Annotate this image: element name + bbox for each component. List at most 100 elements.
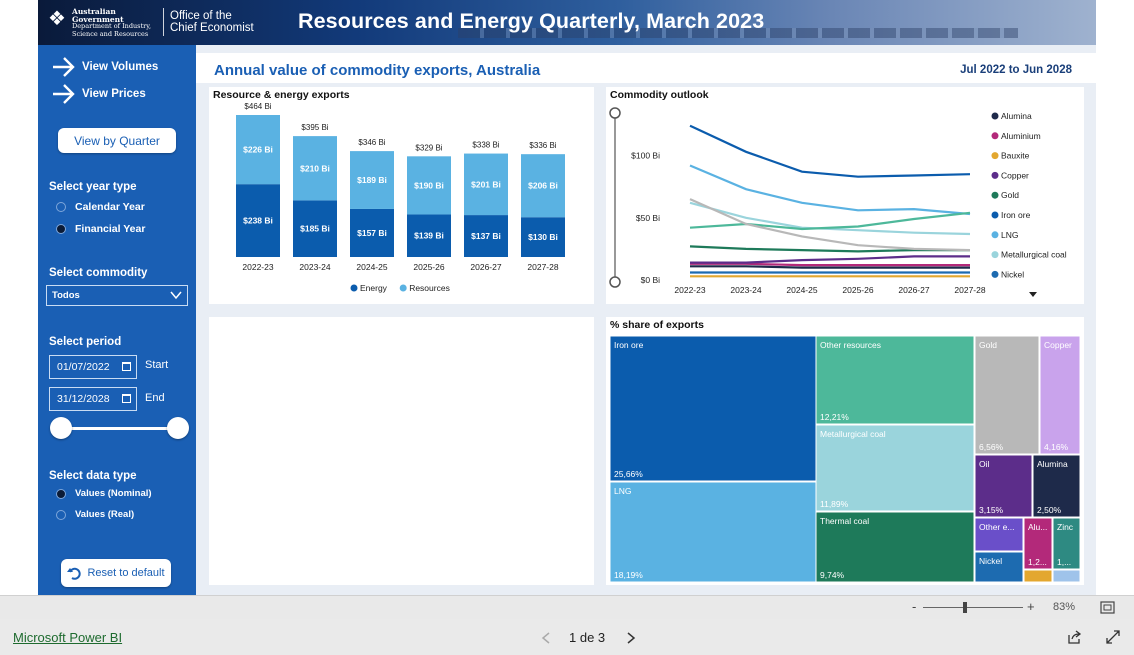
radio-values-real[interactable]: Values (Real) <box>56 509 134 520</box>
radio-financial-year[interactable]: Financial Year <box>56 223 145 235</box>
empty-visual-panel <box>209 317 594 585</box>
treemap-tile-value: 1,2... <box>1028 557 1047 567</box>
arrow-right-icon <box>53 57 75 77</box>
x-tick-label: 2026-27 <box>898 285 929 295</box>
legend-marker <box>991 112 999 120</box>
exports-bar-chart-panel[interactable]: Resource & energy exports $238 Bi $226 Bi… <box>209 87 594 304</box>
treemap-tile-value: 1,... <box>1057 557 1071 567</box>
series-line-other-resources <box>689 211 971 231</box>
next-page-icon[interactable] <box>626 632 636 644</box>
zoom-in-button[interactable]: + <box>1027 599 1035 614</box>
commodity-label: Select commodity <box>49 267 148 279</box>
bar-data-label: $206 Bi <box>528 181 558 191</box>
commodity-value: Todos <box>52 290 80 301</box>
legend-marker <box>991 270 999 278</box>
series-line-iron-ore <box>689 124 971 178</box>
data-type-label: Select data type <box>49 470 137 482</box>
legend-label: Alumina <box>1001 111 1032 121</box>
reset-to-default-button[interactable]: Reset to default <box>61 559 171 587</box>
y-tick-label: $0 Bi <box>641 275 660 285</box>
period-slider-end-handle[interactable] <box>167 417 189 439</box>
treemap-tile-label: Alu... <box>1028 522 1047 532</box>
commodity-dropdown[interactable]: Todos <box>46 285 188 306</box>
treemap-tile-label: Copper <box>1044 340 1072 350</box>
view-volumes-label: View Volumes <box>82 61 159 73</box>
fullscreen-icon[interactable] <box>1106 630 1120 644</box>
treemap-tile-value: 3,15% <box>979 505 1004 515</box>
exports-bar-chart: $238 Bi $226 Bi $464 Bi 2022-23 $185 Bi $210 … <box>236 102 565 293</box>
legend-marker <box>991 231 999 239</box>
x-tick-label: 2025-26 <box>413 262 444 272</box>
treemap-tile-value: 11,89% <box>820 499 849 509</box>
calendar-icon[interactable] <box>122 362 131 371</box>
page-title: Resources and Energy Quarterly, March 20… <box>298 9 765 33</box>
commodity-outlook-panel[interactable]: Commodity outlook $0 Bi $50 Bi $100 Bi 2022… <box>606 87 1084 304</box>
legend-label: Aluminium <box>1001 131 1041 141</box>
radio-label: Financial Year <box>75 223 146 235</box>
treemap-tile-label: Thermal coal <box>820 516 869 526</box>
view-prices-label: View Prices <box>82 88 146 100</box>
legend-label: Resources <box>409 283 450 293</box>
treemap-tile-value: 4,16% <box>1044 442 1069 452</box>
view-by-quarter-button[interactable]: View by Quarter <box>58 128 176 153</box>
legend-marker <box>991 171 999 179</box>
radio-values-nominal[interactable]: Values (Nominal) <box>56 488 152 499</box>
view-volumes-link[interactable]: View Volumes <box>52 56 158 78</box>
y-range-slider-handle <box>609 107 621 119</box>
treemap-tile-label: Zinc <box>1057 522 1074 532</box>
previous-page-icon[interactable] <box>541 632 551 644</box>
x-tick-label: 2027-28 <box>527 262 558 272</box>
start-label: Start <box>145 359 169 371</box>
treemap-tile-value: 25,66% <box>614 469 643 479</box>
treemap-tile-value: 18,19% <box>614 570 643 580</box>
legend-marker <box>399 284 407 292</box>
treemap-tile-label: Metallurgical coal <box>820 429 886 439</box>
zoom-slider-thumb[interactable] <box>963 602 967 613</box>
legend-marker <box>350 284 358 292</box>
treemap-tile-other <box>1052 569 1081 583</box>
treemap-tile-bauxite <box>1023 569 1053 583</box>
period-slider-track[interactable] <box>61 427 178 430</box>
legend-marker <box>991 152 999 160</box>
radio-button-selected <box>56 488 66 499</box>
start-date-input[interactable]: 01/07/2022 <box>49 355 137 379</box>
x-tick-label: 2022-23 <box>242 262 273 272</box>
calendar-icon[interactable] <box>122 394 131 403</box>
commodity-outlook-line-chart: $0 Bi $50 Bi $100 Bi 2022-23 2023-24 2024-25 2… <box>609 107 1067 297</box>
x-tick-label: 2023-24 <box>299 262 330 272</box>
gov-line-3: Science and Resources <box>72 29 149 38</box>
share-icon[interactable] <box>1067 630 1082 644</box>
treemap-tile-gold <box>974 335 1040 455</box>
bar-data-label: $210 Bi <box>300 163 330 173</box>
legend-label: Iron ore <box>1001 210 1031 220</box>
radio-label: Calendar Year <box>75 201 145 213</box>
radio-label: Values (Real) <box>75 509 135 520</box>
office-line-1: Office of the <box>170 10 232 22</box>
share-treemap: Iron ore 25,66% LNG 18,19% Other resources 12… <box>609 335 1081 583</box>
fit-to-page-icon[interactable] <box>1100 601 1115 614</box>
treemap-tile-lng <box>609 481 817 583</box>
legend-marker <box>991 251 999 259</box>
radio-button <box>56 202 66 212</box>
treemap-tile-label: Gold <box>979 340 997 350</box>
report-title: Annual value of commodity exports, Austr… <box>214 62 541 79</box>
treemap-tile-value: 6,56% <box>979 442 1004 452</box>
bar-data-label: $157 Bi <box>357 228 387 238</box>
legend-marker <box>991 191 999 199</box>
share-of-exports-panel[interactable]: % share of exports Iron ore 25,66% LNG 18,1… <box>606 317 1084 585</box>
radio-button-selected <box>56 224 66 234</box>
x-tick-label: 2024-25 <box>786 285 817 295</box>
radio-calendar-year[interactable]: Calendar Year <box>56 201 145 213</box>
gov-line-1: Australian Government <box>72 7 124 24</box>
x-tick-label: 2026-27 <box>470 262 501 272</box>
legend-label: Bauxite <box>1001 151 1030 161</box>
zoom-slider-track[interactable] <box>923 607 1023 608</box>
end-label: End <box>145 392 165 404</box>
treemap-tile-label: Other e... <box>979 522 1014 532</box>
power-bi-link[interactable]: Microsoft Power BI <box>13 630 122 645</box>
bar-total-label: $346 Bi <box>358 138 385 147</box>
zoom-out-button[interactable]: - <box>912 599 916 614</box>
end-date-input[interactable]: 31/12/2028 <box>49 387 137 411</box>
period-slider-start-handle[interactable] <box>50 417 72 439</box>
view-prices-link[interactable]: View Prices <box>52 83 146 105</box>
